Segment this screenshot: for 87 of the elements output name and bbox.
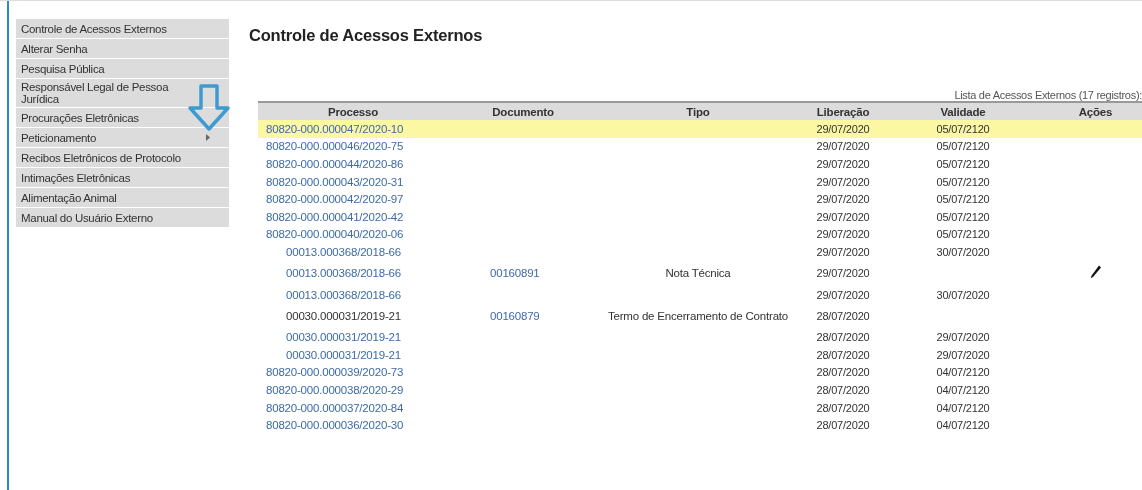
process-link[interactable]: 80820-000.000041/2020-42	[266, 210, 404, 223]
table-cell: 05/07/2120	[936, 158, 990, 170]
table-cell: 05/07/2120	[936, 175, 990, 188]
column-header: Processo	[258, 102, 448, 120]
process-link[interactable]: 80820-000.000038/2020-29	[266, 383, 404, 396]
table-row[interactable]: 00013.000368/2018-66 00160891 Nota Técnica 29/07/2020	[258, 260, 1142, 286]
table-row[interactable]: 80820-000.000037/2020-84 28/07/2020 04/07/2120	[258, 398, 1142, 417]
table-row[interactable]: 80820-000.000042/2020-97 29/07/2020 05/07/2120	[258, 190, 1142, 208]
menu-item[interactable]: Controle de Acessos Externos	[16, 19, 229, 38]
menu-item[interactable]: Alterar Senha	[16, 39, 229, 58]
table-cell: 28/07/2020	[816, 348, 870, 361]
process-link[interactable]: 80820-000.000039/2020-73	[266, 366, 404, 379]
table-row[interactable]: 80820-000.000043/2020-31 29/07/2020 05/07/2120	[258, 172, 1142, 191]
table-cell: 05/07/2120	[936, 122, 990, 135]
menu-item[interactable]: Intimações Eletrônicas	[16, 168, 229, 187]
table-cell: 28/07/2020	[816, 331, 870, 344]
table-cell: 29/07/2020	[816, 122, 870, 135]
table-cell: 28/07/2020	[816, 419, 870, 432]
table-cell: 29/07/2020	[816, 193, 870, 206]
table-cell: 04/07/2120	[936, 366, 990, 379]
table-cell: 05/07/2120	[936, 210, 990, 223]
document-link[interactable]: 00160891	[490, 267, 540, 280]
table-cell: 29/07/2020	[936, 331, 990, 344]
table-cell: Nota Técnica	[665, 267, 731, 280]
table-cell: 05/07/2120	[936, 140, 990, 153]
process-link[interactable]: 80820-000.000042/2020-97	[266, 193, 404, 206]
table-row[interactable]: 80820-000.000046/2020-75 29/07/2020 05/07/2120	[258, 137, 1142, 156]
table-cell: 29/07/2020	[816, 267, 870, 280]
table-cell: 29/07/2020	[816, 288, 870, 301]
table-row[interactable]: 80820-000.000041/2020-42 29/07/2020 05/07/2120	[258, 207, 1142, 226]
table-cell: Termo de Encerramento de Contrato	[607, 309, 789, 322]
column-header: Documento	[448, 102, 598, 120]
table-row[interactable]: 80820-000.000038/2020-29 28/07/2020 04/07/2120	[258, 381, 1142, 399]
table-cell: 29/07/2020	[816, 228, 870, 241]
table-row[interactable]: 00030.000031/2019-21 28/07/2020 29/07/2020	[258, 345, 1142, 364]
table-cell: 04/07/2120	[936, 401, 990, 414]
menu-item[interactable]: Responsável Legal de Pessoa Jurídica	[16, 79, 229, 107]
table-cell: 05/07/2120	[936, 228, 990, 241]
process-link[interactable]: 80820-000.000043/2020-31	[266, 175, 404, 188]
table-row[interactable]: 80820-000.000044/2020-86 29/07/2020 05/07/2120	[258, 155, 1142, 173]
menu-item[interactable]: Alimentação Animal	[16, 188, 229, 207]
table-cell: 28/07/2020	[816, 309, 870, 322]
table-cell: 30/07/2020	[936, 245, 990, 258]
column-header: Liberação	[798, 102, 888, 120]
process-link[interactable]: 00013.000368/2018-66	[286, 267, 401, 280]
table-row[interactable]: 00030.000031/2019-21 28/07/2020 29/07/2020	[258, 328, 1142, 346]
process-link[interactable]: 00013.000368/2018-66	[286, 288, 401, 301]
table-row[interactable]: 80820-000.000047/2020-10 29/07/2020 05/07/2120	[258, 120, 1142, 138]
table-row[interactable]: 80820-000.000039/2020-73 28/07/2020 04/07/2120	[258, 363, 1142, 382]
process-link[interactable]: 00030.000031/2019-21	[286, 348, 401, 361]
table-cell: 28/07/2020	[816, 366, 870, 379]
menu-item[interactable]: Manual do Usuário Externo	[16, 208, 229, 227]
table-row[interactable]: 00013.000368/2018-66 29/07/2020 30/07/2020	[258, 285, 1142, 304]
table-cell: 29/07/2020	[816, 158, 870, 170]
process-link[interactable]: 80820-000.000036/2020-30	[266, 419, 404, 432]
table-row[interactable]: 00030.000031/2019-21 00160879 Termo de Encerramento de Contrato 28/07/2020	[258, 303, 1142, 329]
process-link[interactable]: 00030.000031/2019-21	[286, 331, 401, 344]
process-link[interactable]: 00013.000368/2018-66	[286, 245, 401, 258]
table-cell: 28/07/2020	[816, 383, 870, 396]
table-cell: 29/07/2020	[936, 348, 990, 361]
column-header: Tipo	[598, 102, 798, 120]
table-row[interactable]: 00013.000368/2018-66 29/07/2020 30/07/2020	[258, 243, 1142, 261]
process-number: 00030.000031/2019-21	[286, 309, 401, 322]
table-row[interactable]: 80820-000.000036/2020-30 28/07/2020 04/07/2120	[258, 416, 1142, 434]
menu-item[interactable]: Peticionamento	[16, 128, 229, 147]
table-cell: 28/07/2020	[816, 401, 870, 414]
process-link[interactable]: 80820-000.000037/2020-84	[266, 401, 404, 414]
column-header: Ações	[1038, 102, 1142, 120]
table-cell: 29/07/2020	[816, 140, 870, 153]
table-cell: 29/07/2020	[816, 210, 870, 223]
table-cell: 29/07/2020	[816, 245, 870, 258]
menu-item[interactable]: Procurações Eletrônicas	[16, 108, 229, 127]
table-caption: Lista de Acessos Externos (17 registros):	[953, 89, 1142, 101]
menu-item[interactable]: Pesquisa Pública	[16, 59, 229, 78]
table-cell: 29/07/2020	[816, 175, 870, 188]
column-header: Validade	[888, 102, 1038, 120]
table-cell: 04/07/2120	[936, 383, 990, 396]
table-cell: 30/07/2020	[936, 288, 990, 301]
table-row[interactable]: 80820-000.000040/2020-06 29/07/2020 05/07/2120	[258, 225, 1142, 244]
table-cell: 05/07/2120	[936, 193, 990, 206]
process-link[interactable]: 80820-000.000044/2020-86	[266, 158, 404, 170]
process-link[interactable]: 80820-000.000046/2020-75	[266, 140, 404, 153]
menu-item[interactable]: Recibos Eletrônicos de Protocolo	[16, 148, 229, 167]
table-cell: 04/07/2120	[936, 419, 990, 432]
page-title: Controle de Acessos Externos	[249, 26, 484, 45]
process-link[interactable]: 80820-000.000040/2020-06	[266, 228, 404, 241]
document-link[interactable]: 00160879	[490, 309, 540, 322]
